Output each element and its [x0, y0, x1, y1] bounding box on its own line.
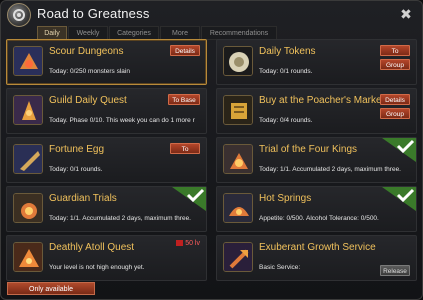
dungeon-icon — [13, 46, 43, 76]
card-title: Daily Tokens — [259, 46, 316, 57]
card-title: Buy at the Poacher's Market — [259, 95, 385, 106]
atoll-icon — [13, 242, 43, 272]
card-title: Hot Springs — [259, 193, 312, 204]
to-button[interactable]: To — [170, 143, 200, 154]
window-title: Road to Greatness — [37, 6, 150, 21]
quest-card-guild-daily[interactable]: Guild Daily Quest Today. Phase 0/10. Thi… — [6, 88, 207, 134]
card-desc: Today: 1/1. Accumulated 2 days, maximum … — [49, 215, 191, 222]
to-button[interactable]: To — [380, 45, 410, 56]
tab-more[interactable]: More — [160, 26, 200, 40]
quest-card-daily-tokens[interactable]: Daily Tokens Today: 0/1 rounds. To Group — [216, 39, 417, 85]
tab-recommendations[interactable]: Recommendations — [201, 26, 277, 40]
details-button[interactable]: Details — [170, 45, 200, 56]
completed-check-icon — [382, 138, 416, 162]
completed-check-icon — [172, 187, 206, 211]
quest-card-scour-dungeons[interactable]: Scour Dungeons Today: 0/250 monsters sla… — [6, 39, 207, 85]
tab-daily[interactable]: Daily — [37, 26, 67, 40]
kings-icon — [223, 144, 253, 174]
completed-check-icon — [382, 187, 416, 211]
springs-icon — [223, 193, 253, 223]
guardian-icon — [13, 193, 43, 223]
group-button[interactable]: Group — [380, 59, 410, 70]
road-to-greatness-window: Road to Greatness ✖ Daily Weekly Categor… — [0, 0, 423, 300]
card-desc: Appetite: 0/500. Alcohol Tolerance: 0/50… — [259, 215, 379, 222]
card-title: Trial of the Four Kings — [259, 144, 358, 155]
growth-icon — [223, 242, 253, 272]
tab-weekly[interactable]: Weekly — [68, 26, 108, 40]
close-icon[interactable]: ✖ — [398, 6, 414, 22]
title-bar: Road to Greatness ✖ — [1, 1, 422, 27]
card-desc: Today: 0/250 monsters slain — [49, 68, 130, 75]
card-title: Scour Dungeons — [49, 46, 124, 57]
card-title: Exuberant Growth Service — [259, 242, 376, 253]
quest-card-poachers-market[interactable]: Buy at the Poacher's Market Today: 0/4 r… — [216, 88, 417, 134]
tab-categories[interactable]: Categories — [109, 26, 159, 40]
card-desc: Today: 0/1 rounds. — [49, 166, 103, 173]
quest-card-guardian-trials[interactable]: Guardian Trials Today: 1/1. Accumulated … — [6, 186, 207, 232]
level-requirement: 50 lv — [176, 240, 200, 247]
release-button[interactable]: Release — [380, 265, 410, 276]
token-icon — [223, 46, 253, 76]
market-icon — [223, 95, 253, 125]
card-desc: Today: 1/1. Accumulated 2 days, maximum … — [259, 166, 401, 173]
quest-grid: Scour Dungeons Today: 0/250 monsters sla… — [6, 39, 417, 281]
card-desc: Today. Phase 0/10. This week you can do … — [49, 117, 195, 124]
card-title: Guardian Trials — [49, 193, 117, 204]
lock-icon — [176, 240, 184, 247]
quest-card-hot-springs[interactable]: Hot Springs Appetite: 0/500. Alcohol Tol… — [216, 186, 417, 232]
card-title: Fortune Egg — [49, 144, 105, 155]
to-base-button[interactable]: To Base — [168, 94, 200, 105]
quest-card-fortune-egg[interactable]: Fortune Egg Today: 0/1 rounds. To — [6, 137, 207, 183]
level-text: 50 lv — [185, 240, 200, 247]
quest-card-exuberant-growth[interactable]: Exuberant Growth Service Basic Service: … — [216, 235, 417, 281]
card-title: Deathly Atoll Quest — [49, 242, 135, 253]
egg-icon — [13, 144, 43, 174]
group-button[interactable]: Group — [380, 108, 410, 119]
guild-icon — [13, 95, 43, 125]
only-available-button[interactable]: Only available — [7, 282, 95, 295]
gear-emblem-icon — [7, 3, 31, 27]
card-title: Guild Daily Quest — [49, 95, 127, 106]
details-button[interactable]: Details — [380, 94, 410, 105]
quest-card-deathly-atoll[interactable]: Deathly Atoll Quest Your level is not hi… — [6, 235, 207, 281]
quest-card-trial-four-kings[interactable]: Trial of the Four Kings Today: 1/1. Accu… — [216, 137, 417, 183]
card-desc: Your level is not high enough yet. — [49, 264, 145, 271]
